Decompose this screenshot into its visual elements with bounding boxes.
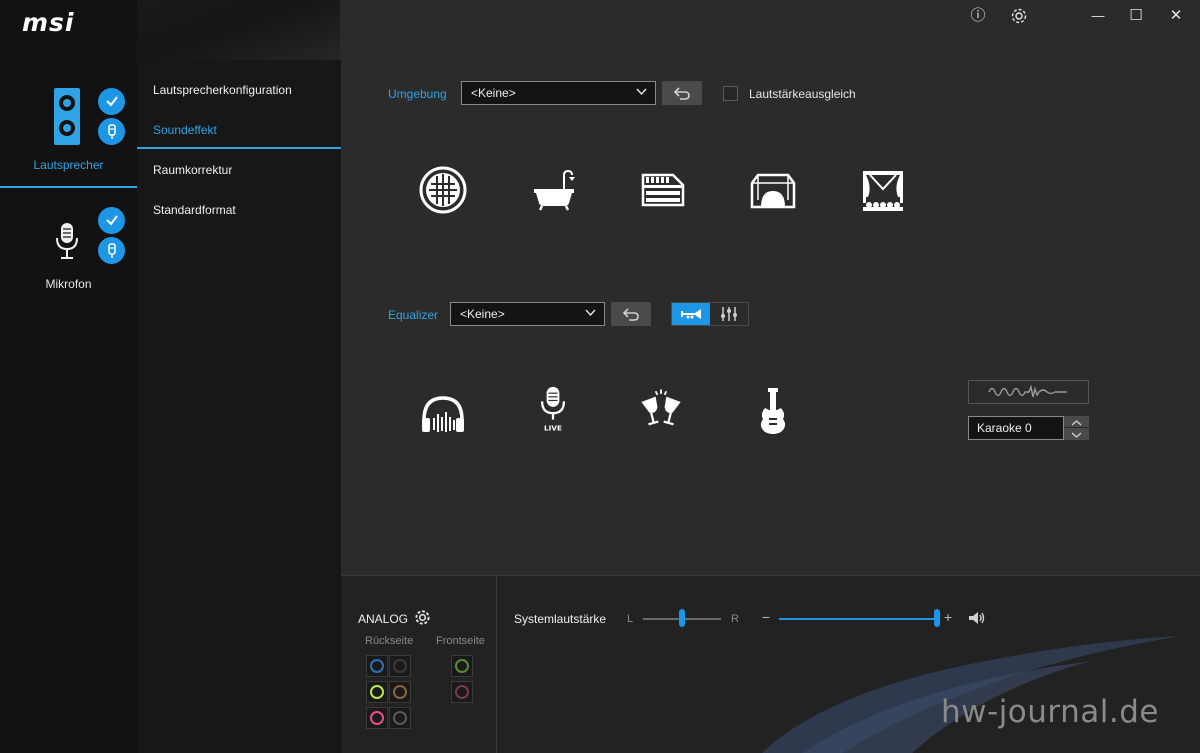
undo-icon <box>622 308 639 321</box>
gear-icon[interactable] <box>1007 4 1031 28</box>
device-sidebar: Lautsprecher Mikrofon <box>0 0 137 753</box>
jack-back-pink[interactable] <box>366 707 388 729</box>
maximize-button[interactable]: ☐ <box>1124 4 1148 28</box>
environment-label: Umgebung <box>388 87 447 101</box>
karaoke-waveform <box>968 380 1089 404</box>
msi-logo: msi <box>22 8 75 37</box>
equalizer-select-value: <Keine> <box>460 307 505 321</box>
jack-ring <box>393 711 407 725</box>
system-volume-label: Systemlautstärke <box>514 612 607 626</box>
equalizer-mode-toggle <box>671 302 749 326</box>
jack-ring <box>370 685 384 699</box>
undo-icon <box>673 87 690 100</box>
headphones-icon[interactable] <box>418 390 468 440</box>
jack-ring <box>393 659 407 673</box>
hall-icon[interactable] <box>638 165 688 215</box>
jack-back-lime[interactable] <box>366 681 388 703</box>
sound-effect-panel: ⓘ — ☐ ✕ Umgebung <Keine> Lautstärkeausgl… <box>341 0 1200 575</box>
stepper-down-button[interactable] <box>1064 428 1089 440</box>
guitar-icon[interactable] <box>748 388 798 438</box>
volume-slider-fill <box>779 618 937 620</box>
device-label-speakers: Lautsprecher <box>33 158 104 172</box>
nav-item-speaker-config[interactable]: Lautsprecherkonfiguration <box>137 70 341 110</box>
equalizer-select[interactable]: <Keine> <box>450 302 605 326</box>
nav-item-sound-effect[interactable]: Soundeffekt <box>137 110 341 150</box>
loudness-equalization-checkbox[interactable] <box>723 86 738 101</box>
stepper-up-button[interactable] <box>1064 416 1089 428</box>
device-speakers[interactable]: Lautsprecher <box>0 80 137 188</box>
chevron-down-icon <box>1071 432 1082 438</box>
microphone-icon <box>56 223 78 259</box>
volume-plus-button[interactable]: + <box>944 609 952 625</box>
environment-select[interactable]: <Keine> <box>461 81 656 105</box>
jack-back-black[interactable] <box>389 655 411 677</box>
karaoke-value[interactable]: Karaoke 0 <box>968 416 1064 440</box>
sliders-icon <box>721 307 737 321</box>
nav-item-default-format[interactable]: Standardformat <box>137 190 341 230</box>
sphere-icon[interactable] <box>418 165 468 215</box>
party-icon[interactable] <box>636 385 686 435</box>
minimize-button[interactable]: — <box>1086 4 1110 28</box>
bottom-bar: hw-journal.de ANALOG Rückseite Frontseit… <box>341 575 1200 753</box>
custom-eq-button[interactable] <box>710 303 748 325</box>
waveform-icon <box>988 384 1067 398</box>
jack-back-blue[interactable] <box>366 655 388 677</box>
settings-nav: Lautsprecherkonfiguration Soundeffekt Ra… <box>137 60 341 753</box>
jack-ring <box>370 659 384 673</box>
live-mic-icon[interactable]: LIVE <box>528 385 578 435</box>
bathroom-icon[interactable] <box>528 165 578 215</box>
active-device-indicator <box>0 186 137 188</box>
jack-front-pink[interactable] <box>451 681 473 703</box>
balance-right-label: R <box>731 613 739 625</box>
back-panel-label: Rückseite <box>365 635 414 647</box>
chevron-down-icon <box>636 88 647 96</box>
environment-select-value: <Keine> <box>471 86 516 100</box>
karaoke-stepper[interactable] <box>1064 416 1089 440</box>
chevron-down-icon <box>585 309 596 317</box>
front-panel-label: Frontseite <box>436 635 485 647</box>
jack-badge-icon <box>98 237 125 264</box>
speaker-volume-icon[interactable] <box>968 611 986 625</box>
device-microphone[interactable]: Mikrofon <box>0 200 137 300</box>
analog-title: ANALOG <box>358 612 409 626</box>
jack-front-green[interactable] <box>451 655 473 677</box>
jack-back-grey[interactable] <box>389 707 411 729</box>
volume-minus-button[interactable]: − <box>762 609 770 625</box>
active-nav-indicator <box>137 147 341 149</box>
device-label-microphone: Mikrofon <box>45 277 92 291</box>
preset-mode-button[interactable] <box>672 303 710 325</box>
trumpet-icon <box>681 309 701 319</box>
balance-left-label: L <box>627 613 634 625</box>
info-icon[interactable]: ⓘ <box>966 4 990 28</box>
jack-back-orange[interactable] <box>389 681 411 703</box>
gear-icon[interactable] <box>414 609 431 626</box>
loudness-equalization-label: Lautstärkeausgleich <box>749 87 856 101</box>
jack-ring <box>393 685 407 699</box>
jack-ring <box>455 685 469 699</box>
jack-badge-icon <box>98 118 125 145</box>
jack-ring <box>455 659 469 673</box>
equalizer-label: Equalizer <box>388 308 439 322</box>
balance-slider-thumb[interactable] <box>679 609 685 627</box>
stage-icon[interactable] <box>858 165 908 215</box>
live-label: LIVE <box>544 423 562 432</box>
speaker-icon <box>54 88 80 145</box>
environment-reset-button[interactable] <box>662 81 702 105</box>
analog-panel: ANALOG Rückseite Frontseite <box>341 576 497 753</box>
check-badge-icon <box>98 207 125 234</box>
room-icon[interactable] <box>748 165 798 215</box>
jack-ring <box>370 711 384 725</box>
volume-slider-thumb[interactable] <box>934 609 940 627</box>
equalizer-reset-button[interactable] <box>611 302 651 326</box>
nav-item-room-correction[interactable]: Raumkorrektur <box>137 150 341 190</box>
close-button[interactable]: ✕ <box>1164 4 1188 28</box>
watermark: hw-journal.de <box>941 694 1159 730</box>
check-badge-icon <box>98 88 125 115</box>
